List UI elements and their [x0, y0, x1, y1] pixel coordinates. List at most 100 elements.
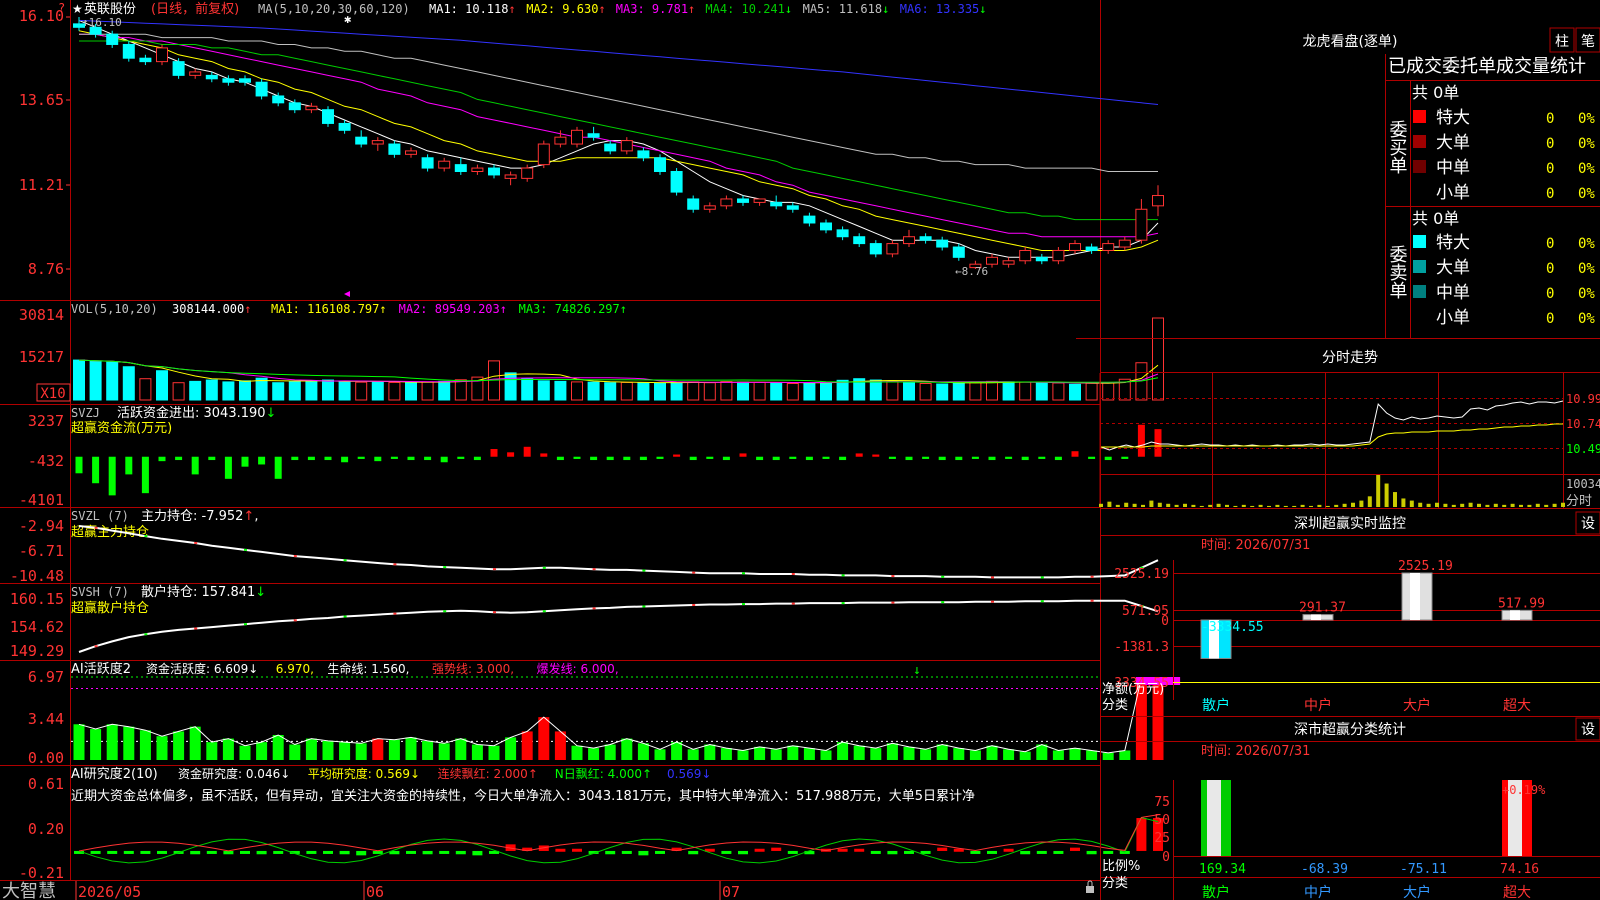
intraday-volume-bar	[1258, 504, 1263, 507]
classify-bar-shine	[1207, 780, 1221, 856]
legend-item: MA2: 89549.203↑	[399, 302, 507, 316]
lock-icon[interactable]	[1086, 886, 1094, 893]
candle-body	[1069, 243, 1081, 251]
fund-flow-bar	[673, 454, 681, 457]
fund-flow-bar	[872, 454, 880, 457]
row-name: 特大	[1436, 233, 1470, 253]
row-name: 大单	[1436, 258, 1470, 278]
monitor-category: 散户	[1202, 697, 1230, 714]
line-dot	[293, 619, 297, 622]
volume-bar	[969, 381, 982, 401]
fund-flow-bar	[191, 456, 199, 475]
candle-body	[421, 157, 434, 169]
activity-bar	[90, 729, 102, 760]
candle-body	[571, 129, 583, 145]
intraday-volume-bar	[1435, 502, 1439, 507]
classify-y-tick: 75	[1154, 795, 1170, 810]
x-axis-label: 07	[722, 883, 740, 900]
research-bar	[472, 850, 483, 856]
monitor-category: 中户	[1304, 697, 1332, 714]
candle-body	[1102, 243, 1115, 251]
row-name: 特大	[1436, 108, 1470, 128]
candle-body	[919, 236, 932, 241]
svsh-y-tick: 160.15	[10, 590, 64, 608]
intraday-volume-bar	[1367, 496, 1372, 507]
activity-bar	[272, 734, 284, 760]
x-axis: 2026/05 06 07	[70, 880, 1100, 900]
fund-flow-bar	[606, 456, 614, 461]
intraday-volume-bar	[1359, 500, 1364, 507]
classify-badge: +0.19%	[1502, 783, 1546, 797]
monitor-settings-button[interactable]: 设	[1581, 516, 1595, 532]
dragon-tick-button[interactable]: 笔	[1581, 34, 1595, 50]
classify-category: 中户	[1304, 884, 1332, 900]
intraday-volume-bar	[1191, 504, 1196, 507]
fund-flow-bar	[307, 456, 315, 461]
classify-settings-button[interactable]: 设	[1581, 722, 1595, 738]
line-dot	[493, 568, 496, 571]
fund-flow-bar	[639, 456, 647, 461]
volume-bar	[454, 379, 467, 401]
fund-flow-bar	[739, 453, 747, 457]
monitor-category: 大户	[1403, 697, 1431, 714]
candle-body	[106, 33, 119, 45]
volume-bar	[89, 360, 102, 401]
row-name: 小单	[1436, 183, 1470, 203]
ai-research-y-tick: 0.20	[28, 820, 64, 838]
volume-bar	[737, 381, 749, 401]
monitor-category: 超大	[1503, 698, 1531, 714]
volume-bar	[305, 381, 318, 401]
fund-flow-bar	[341, 456, 349, 463]
line-dot	[642, 605, 646, 608]
research-bar	[422, 850, 433, 855]
activity-bar	[704, 744, 716, 760]
fund-flow-bar	[224, 456, 232, 479]
volume-bar	[886, 380, 899, 401]
fund-flow-bar	[839, 456, 847, 461]
activity-bar	[803, 748, 815, 760]
row-count: 0	[1546, 261, 1554, 277]
volume-bar	[571, 381, 583, 401]
candle-body	[770, 201, 783, 207]
line-dot	[841, 602, 845, 605]
legend-item: MA2: 9.630↑	[526, 2, 605, 16]
research-bar	[406, 850, 416, 854]
row-name: 中单	[1436, 158, 1470, 178]
candle-body	[454, 164, 467, 172]
activity-bar	[787, 745, 799, 760]
fund-flow-bar	[108, 456, 116, 496]
line-dot	[592, 607, 596, 610]
monitor-bar-label: -3334.55	[1201, 620, 1264, 635]
line-dot	[393, 612, 397, 615]
line-dot	[891, 575, 895, 578]
candle-body	[338, 122, 351, 131]
candle-body	[488, 167, 500, 176]
fund-flow-bar	[905, 456, 913, 461]
activity-bar	[156, 736, 168, 760]
row-pct: 0%	[1578, 136, 1595, 152]
candle-body	[156, 47, 168, 63]
fund-flow-bar	[274, 456, 282, 479]
activity-bar	[1052, 750, 1064, 760]
fund-flow-bar	[457, 456, 465, 459]
intraday-volume-bar	[1149, 500, 1154, 507]
volume-bar	[554, 380, 567, 401]
dragon-bar-button[interactable]: 柱	[1555, 34, 1569, 50]
candle-body	[604, 143, 617, 152]
fund-flow-bar	[822, 456, 830, 459]
activity-bar	[1036, 744, 1048, 760]
line-dot	[393, 563, 397, 566]
candle-body	[471, 167, 484, 172]
activity-bar	[1069, 748, 1081, 760]
row-name: 中单	[1436, 283, 1470, 303]
line-dot	[941, 575, 945, 578]
intraday-volume-bar	[1418, 502, 1423, 507]
activity-bar	[886, 743, 898, 760]
intraday-volume-bar	[1208, 504, 1213, 507]
kline-y-tick: 13.65	[19, 91, 64, 109]
kline-y-tick: 16.10	[19, 7, 64, 25]
legend-item: 强势线: 3.000,	[432, 662, 514, 676]
svzl-title: 主力持仓: -7.952↑,	[141, 509, 258, 524]
intraday-volume-bar	[1267, 505, 1271, 507]
research-bar	[123, 850, 134, 854]
